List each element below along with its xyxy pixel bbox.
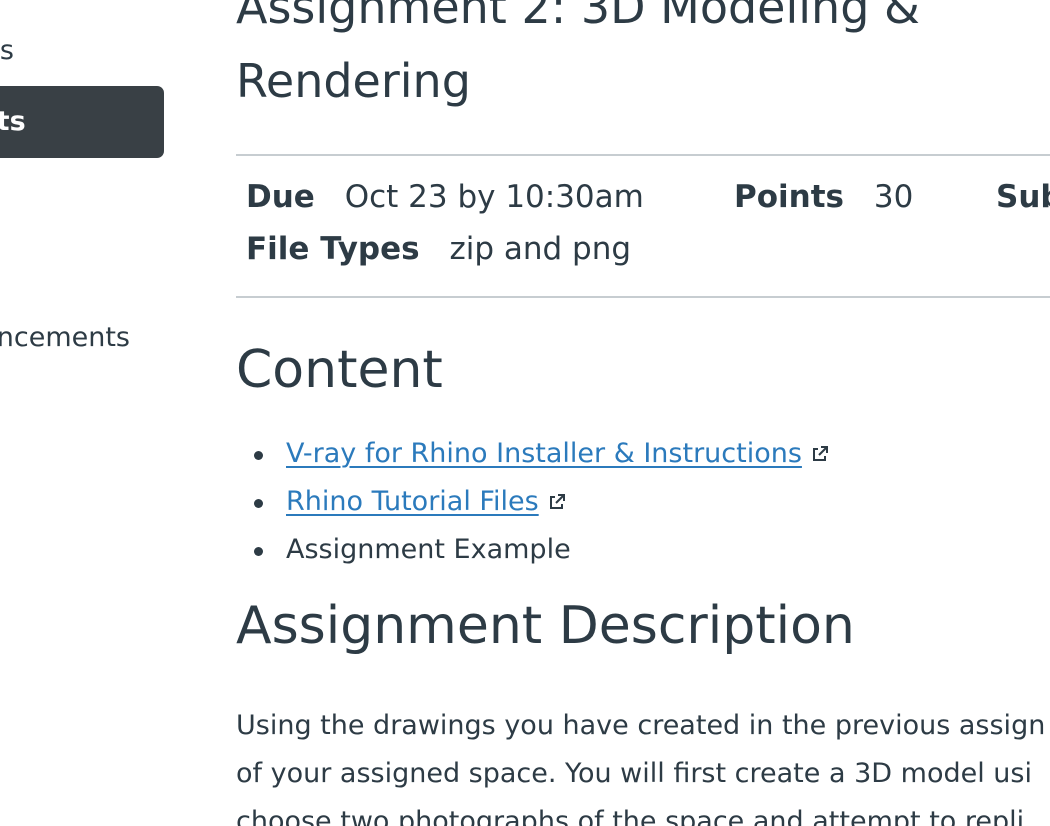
nav-item-label: s (0, 37, 14, 64)
list-item: Rhino Tutorial Files (236, 484, 830, 532)
course-navigation: s ments ncements (0, 0, 200, 826)
bullet (254, 547, 263, 556)
assignment-example-text: Assignment Example (286, 534, 571, 565)
vray-installer-link[interactable]: V-ray for Rhino Installer & Instructions (286, 438, 802, 469)
page-title: Assignment 2: 3D Modeling & Rendering (236, 0, 920, 108)
content-list: V-ray for Rhino Installer & Instructions… (236, 436, 830, 580)
description-heading: Assignment Description (236, 596, 855, 656)
assignment-page: s ments ncements Assignment 2: 3D Modeli… (0, 0, 1050, 826)
divider (236, 154, 1050, 156)
main-content: Assignment 2: 3D Modeling & Rendering Du… (236, 0, 1050, 826)
list-item: Assignment Example (236, 532, 830, 580)
external-link-icon (812, 446, 828, 461)
description-line: choose two photographs of the space and … (236, 806, 1025, 826)
nav-item-label: ments (0, 106, 26, 137)
content-heading: Content (236, 340, 443, 400)
due-label: Due (246, 179, 315, 215)
list-item: V-ray for Rhino Installer & Instructions (236, 436, 830, 484)
points-value: 30 (873, 179, 914, 215)
file-types-value: zip and png (449, 231, 632, 267)
nav-item-0[interactable]: s (0, 37, 14, 64)
file-types-label: File Types (246, 231, 420, 267)
divider (236, 296, 1050, 298)
points-label: Points (734, 179, 844, 215)
description-paragraph: Using the drawings you have created in t… (236, 702, 1050, 826)
nav-item-assignments-active[interactable]: ments (0, 86, 164, 158)
rhino-tutorial-files-link[interactable]: Rhino Tutorial Files (286, 486, 539, 517)
description-line: of your assigned space. You will first c… (236, 758, 1032, 789)
external-link-icon (549, 494, 565, 509)
description-line: Using the drawings you have created in t… (236, 710, 1046, 741)
bullet (254, 499, 263, 508)
nav-item-label: ncements (0, 324, 130, 351)
due-value: Oct 23 by 10:30am (344, 179, 644, 215)
submitting-label: Sub (996, 179, 1050, 215)
bullet (254, 451, 263, 460)
nav-item-announcements[interactable]: ncements (0, 324, 130, 351)
